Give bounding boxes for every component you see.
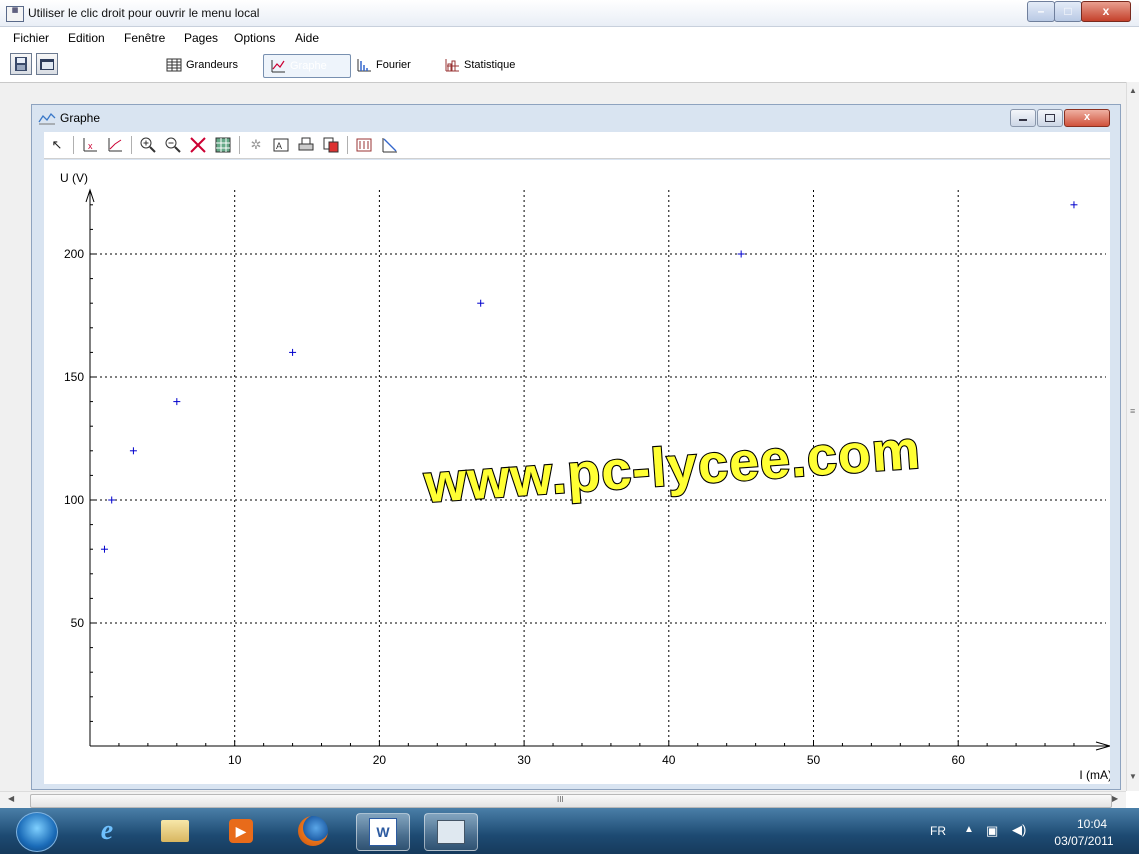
minimize-icon: – [1037,4,1045,18]
scroll-left-icon[interactable]: ◀ [8,794,14,803]
maximize-icon [1045,114,1055,122]
close-icon: x [1083,111,1091,123]
taskbar: e ▶ W FR ▲ ▣ ◀) 10:04 03/07/2011 [0,808,1139,854]
graph-toolbar: ↖ x ✲ A [44,132,1110,159]
close-button[interactable]: x [1081,1,1131,22]
vertical-scrollbar[interactable]: ▲ ≡ ▼ [1126,82,1139,791]
main-toolbar: Grandeurs Graphe Fourier Statistique [0,50,1139,80]
save-icon [15,57,27,71]
graph-icon [271,60,285,73]
zoom-out-icon[interactable] [164,136,182,154]
axis-xy-icon[interactable] [106,136,124,154]
y-axis-label: U (V) [60,171,88,185]
media-player-icon[interactable]: ▶ [218,813,264,849]
tab-statistique[interactable]: Statistique [438,54,521,76]
page-icon[interactable] [355,136,373,154]
table-icon [166,58,182,72]
open-button[interactable] [36,53,58,75]
menu-edition[interactable]: Edition [68,31,105,45]
tab-graphe[interactable]: Graphe [263,54,351,78]
scroll-up-icon[interactable]: ▲ [1129,86,1137,95]
print-icon[interactable] [297,136,315,154]
tab-fourier-label: Fourier [376,59,411,71]
tab-graphe-label: Graphe [290,60,327,72]
menu-fichier[interactable]: Fichier [13,31,49,45]
svg-text:x: x [88,141,93,151]
text-icon[interactable]: A [272,136,290,154]
x-tick-label: 60 [952,753,966,767]
tangent-icon[interactable] [380,136,398,154]
maximize-icon: □ [1064,4,1072,18]
maximize-button[interactable]: □ [1054,1,1082,22]
chart-plot[interactable]: 10 20 30 40 50 6050100150200U (V)I (mA)www.pc… [44,160,1110,784]
scroll-down-icon[interactable]: ▼ [1129,772,1137,781]
menu-bar: Fichier Edition Fenêtre Pages Options Ai… [0,27,1139,49]
tab-statistique-label: Statistique [464,59,516,71]
volume-icon[interactable]: ◀) [1012,822,1026,838]
graph-window-titlebar: Graphe [38,108,100,128]
separator [239,136,240,154]
y-tick-label: 200 [64,247,84,261]
show-hidden-icons-icon[interactable]: ▲ [964,824,974,835]
separator [73,136,74,154]
cross-icon[interactable] [189,136,207,154]
y-tick-label: 150 [64,370,84,384]
x-tick-label: 40 [662,753,676,767]
grid-icon[interactable] [214,136,232,154]
model-icon[interactable]: ✲ [247,136,265,154]
window-title: Utiliser le clic droit pour ouvrir le me… [28,6,260,20]
y-tick-label: 100 [64,493,84,507]
graph-window-icon [38,112,56,125]
graph-maximize-button[interactable] [1037,109,1063,127]
clock-date[interactable]: 03/07/2011 [1046,834,1122,848]
zoom-in-icon[interactable] [139,136,157,154]
tab-grandeurs[interactable]: Grandeurs [160,54,244,76]
graph-minimize-button[interactable] [1010,109,1036,127]
firefox-icon[interactable] [290,813,336,849]
clock-time[interactable]: 10:04 [1062,817,1122,831]
tab-fourier[interactable]: Fourier [350,54,417,76]
graph-close-button[interactable]: x [1064,109,1110,127]
axis-x-icon[interactable]: x [81,136,99,154]
graph-window: Graphe x ↖ x ✲ A 10 20 30 40 50 60 50 100 150 200… [31,104,1121,790]
tab-grandeurs-label: Grandeurs [186,59,238,71]
save-button[interactable] [10,53,32,75]
word-icon[interactable]: W [356,813,410,851]
separator [131,136,132,154]
scroll-thumb-grip: III [557,795,564,804]
app-icon[interactable]: ▦ [6,6,24,22]
windows-start-icon[interactable] [16,812,58,852]
x-tick-label: 50 [807,753,821,767]
spectrum-icon [357,59,371,72]
statistics-icon [445,59,459,72]
language-indicator[interactable]: FR [930,824,946,838]
scroll-right-icon[interactable]: ▶ [1112,794,1118,803]
scroll-thumb[interactable]: III [30,794,1112,808]
x-tick-label: 30 [517,753,531,767]
svg-text:A: A [276,141,282,151]
minimize-button[interactable]: – [1027,1,1055,22]
graph-window-title: Graphe [60,111,101,125]
network-icon[interactable]: ▣ [986,823,998,839]
pointer-icon[interactable]: ↖ [48,136,66,154]
horizontal-scrollbar[interactable]: ◀ III ▶ [0,791,1126,809]
open-folder-icon [40,59,54,70]
separator [347,136,348,154]
close-icon: x [1102,4,1110,18]
menu-aide[interactable]: Aide [295,31,319,45]
title-bar: ▦ Utiliser le clic droit pour ouvrir le … [0,0,1139,27]
menu-fenetre[interactable]: Fenêtre [124,31,165,45]
scroll-grip-icon[interactable]: ≡ [1130,406,1135,416]
minimize-icon [1019,119,1027,121]
y-tick-label: 50 [71,616,85,630]
x-tick-label: 10 [228,753,242,767]
menu-options[interactable]: Options [234,31,275,45]
app-window-icon[interactable] [424,813,478,851]
x-tick-label: 20 [373,753,387,767]
internet-explorer-icon[interactable]: e [84,813,130,849]
menu-pages[interactable]: Pages [184,31,218,45]
explorer-folder-icon[interactable] [152,813,198,849]
x-axis-label: I (mA) [1079,768,1110,782]
copy-icon[interactable] [322,136,340,154]
